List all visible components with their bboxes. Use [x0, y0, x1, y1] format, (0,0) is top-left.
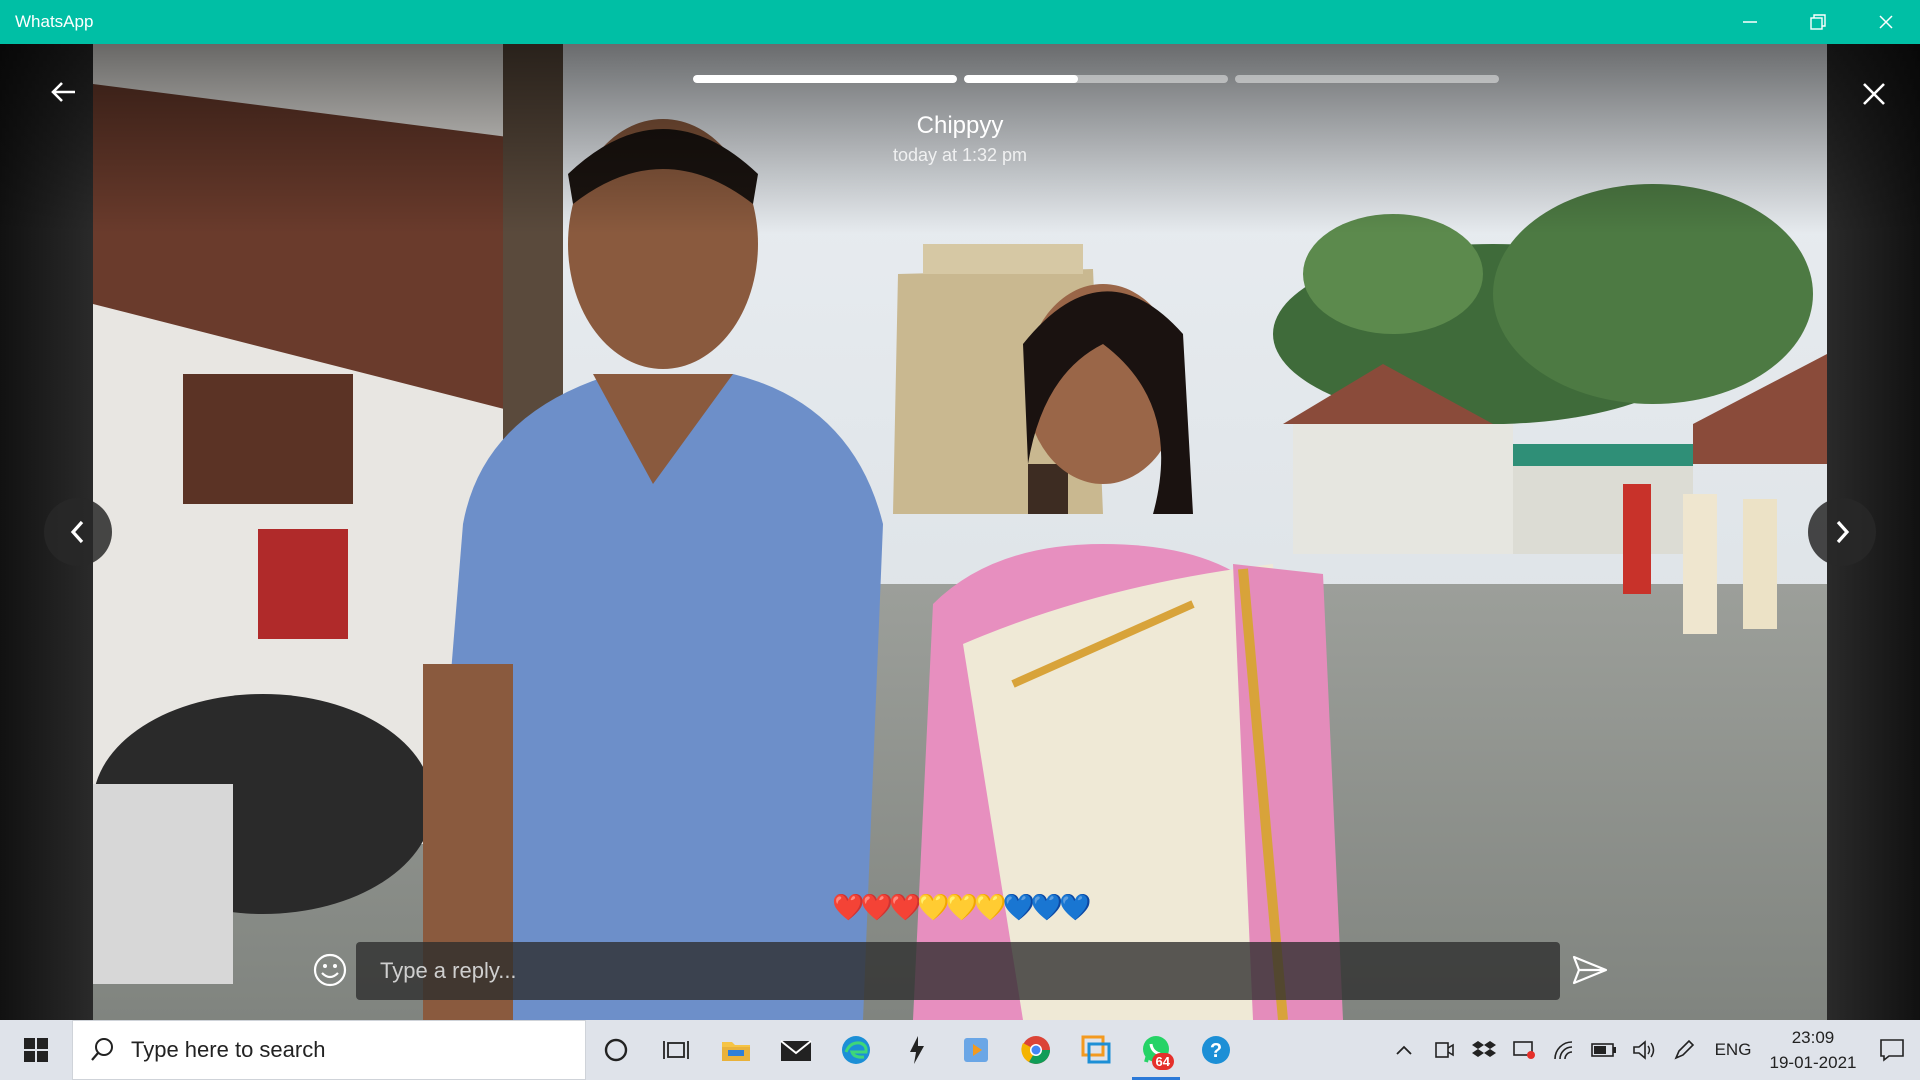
- clock-date: 19-01-2021: [1769, 1053, 1857, 1072]
- close-window-button[interactable]: [1852, 0, 1920, 44]
- chevron-right-icon: [1836, 520, 1850, 544]
- next-status-button[interactable]: [1808, 498, 1876, 566]
- task-view-icon: [663, 1041, 689, 1059]
- dropbox-icon: [1472, 1041, 1496, 1057]
- start-button[interactable]: [0, 1020, 72, 1080]
- input-language[interactable]: ENG: [1704, 1040, 1762, 1060]
- restore-button[interactable]: [1784, 0, 1852, 44]
- status-progress: [693, 75, 1499, 83]
- wifi-icon: [1554, 1041, 1573, 1060]
- send-button[interactable]: [1568, 950, 1612, 990]
- search-placeholder: Type here to search: [131, 1037, 326, 1062]
- chevron-up-icon: [1396, 1045, 1412, 1055]
- task-view-button[interactable]: [646, 1020, 706, 1080]
- volume-button[interactable]: [1624, 1020, 1664, 1080]
- progress-fill: [693, 75, 957, 83]
- edge-icon: [842, 1036, 870, 1064]
- monitor-alert-icon: [1513, 1041, 1535, 1059]
- status-viewer: Chippyy today at 1:32 pm ❤️❤️❤️💛💛💛💙💙💙: [0, 44, 1920, 1020]
- close-icon: [1879, 15, 1893, 29]
- status-photo: [93, 44, 1827, 1020]
- close-viewer-button[interactable]: [1854, 74, 1894, 114]
- lightning-icon: [910, 1036, 924, 1064]
- system-tray: ENG 23:09 19-01-2021: [1384, 1020, 1920, 1080]
- search-icon: [91, 1038, 113, 1061]
- status-sender-name: Chippyy: [916, 112, 1004, 139]
- unread-badge: 64: [1151, 1053, 1174, 1070]
- battery-button[interactable]: [1584, 1020, 1624, 1080]
- app-button[interactable]: [886, 1020, 946, 1080]
- action-center-button[interactable]: [1864, 1020, 1920, 1080]
- cortana-button[interactable]: [586, 1020, 646, 1080]
- status-image: [93, 44, 1827, 1020]
- dropbox-button[interactable]: [1464, 1020, 1504, 1080]
- meet-now-button[interactable]: [1424, 1020, 1464, 1080]
- mail-button[interactable]: [766, 1020, 826, 1080]
- media-icon: [964, 1038, 988, 1062]
- folder-icon: [722, 1042, 750, 1061]
- progress-segment: [693, 75, 957, 83]
- progress-fill: [964, 75, 1078, 83]
- wifi-button[interactable]: [1544, 1020, 1584, 1080]
- chrome-button[interactable]: [1006, 1020, 1066, 1080]
- svg-text:?: ?: [1210, 1040, 1222, 1062]
- emoji-button[interactable]: [310, 950, 350, 990]
- windows-logo-icon: [24, 1038, 48, 1062]
- restore-icon: [1810, 14, 1826, 30]
- remote-desktop-button[interactable]: [1066, 1020, 1126, 1080]
- help-icon: ?: [1202, 1036, 1230, 1064]
- taskbar-search[interactable]: Type here to search: [72, 1020, 586, 1080]
- mail-icon: [780, 1040, 812, 1061]
- status-timestamp: today at 1:32 pm: [892, 145, 1028, 165]
- previous-status-button[interactable]: [44, 498, 112, 566]
- reply-input[interactable]: [356, 957, 1560, 985]
- progress-segment: [964, 75, 1228, 83]
- clock-time: 23:09: [1791, 1028, 1835, 1047]
- pen-icon: [1674, 1039, 1695, 1060]
- taskbar: Type here to search 64 ? ENG 23:09 19-01…: [0, 1020, 1920, 1080]
- smiley-icon: [313, 953, 347, 987]
- chrome-icon: [1021, 1036, 1050, 1064]
- title-bar: WhatsApp: [0, 0, 1920, 44]
- window-title: WhatsApp: [15, 12, 94, 31]
- progress-segment: [1235, 75, 1499, 83]
- camera-icon: [1435, 1042, 1454, 1058]
- arrow-left-icon: [51, 82, 75, 102]
- whatsapp-button[interactable]: 64: [1126, 1020, 1186, 1080]
- remote-icon: [1081, 1035, 1111, 1064]
- update-notifier-button[interactable]: [1504, 1020, 1544, 1080]
- battery-icon: [1591, 1043, 1616, 1057]
- reply-bar: [356, 942, 1560, 1000]
- minimize-icon: [1743, 21, 1757, 23]
- notification-icon: [1880, 1039, 1904, 1062]
- help-button[interactable]: ?: [1186, 1020, 1246, 1080]
- speaker-icon: [1633, 1040, 1655, 1060]
- cortana-icon: [604, 1038, 628, 1062]
- edge-button[interactable]: [826, 1020, 886, 1080]
- status-caption: ❤️❤️❤️💛💛💛💙💙💙: [832, 892, 1091, 922]
- send-icon: [1572, 955, 1608, 985]
- clock[interactable]: 23:09 19-01-2021: [1762, 1025, 1864, 1075]
- back-button[interactable]: [44, 72, 84, 112]
- show-hidden-icons-button[interactable]: [1384, 1020, 1424, 1080]
- chevron-left-icon: [70, 520, 84, 544]
- minimize-button[interactable]: [1716, 0, 1784, 44]
- close-icon: [1863, 83, 1885, 105]
- file-explorer-button[interactable]: [706, 1020, 766, 1080]
- pen-button[interactable]: [1664, 1020, 1704, 1080]
- media-player-button[interactable]: [946, 1020, 1006, 1080]
